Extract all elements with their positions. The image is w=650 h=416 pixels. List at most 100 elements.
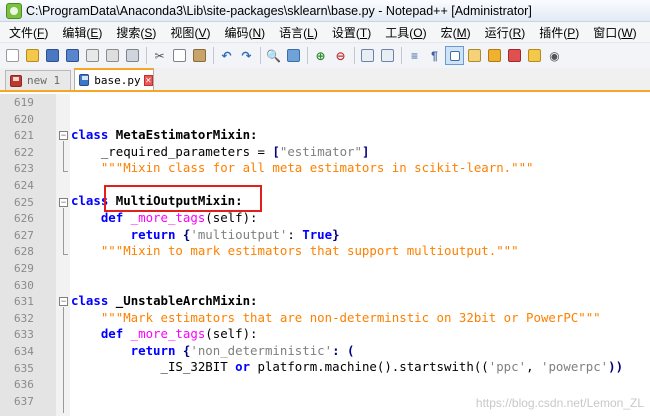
line-number: 628 xyxy=(14,245,34,259)
code-line-626: def _more_tags(self): xyxy=(71,210,258,225)
menu-item-9[interactable]: 运行(R) xyxy=(476,24,531,41)
menu-item-10[interactable]: 插件(P) xyxy=(530,24,584,41)
editor-line: 620 xyxy=(0,111,650,128)
menu-item-3[interactable]: 视图(V) xyxy=(161,24,215,41)
zoom-in-icon[interactable]: ⊕ xyxy=(311,46,330,65)
watermark-text: https://blog.csdn.net/Lemon_ZL xyxy=(475,396,644,410)
toolbar-separator xyxy=(401,47,402,64)
window-title: C:\ProgramData\Anaconda3\Lib\site-packag… xyxy=(26,3,532,18)
redo-icon[interactable]: ↷ xyxy=(237,46,256,65)
line-number: 632 xyxy=(14,311,34,325)
fold-toggle-icon[interactable]: − xyxy=(59,297,68,306)
sync-vertical-icon[interactable] xyxy=(358,46,377,65)
menu-item-11[interactable]: 窗口(W) xyxy=(584,24,641,41)
code-line-634: return {'non_deterministic': ( xyxy=(71,342,355,358)
line-number: 633 xyxy=(14,328,34,342)
doc-map-icon[interactable] xyxy=(485,46,504,65)
tab-label: new 1 xyxy=(27,74,61,87)
menu-item-4[interactable]: 编码(N) xyxy=(215,24,270,41)
line-number: 627 xyxy=(14,228,34,242)
editor-line: 629 xyxy=(0,260,650,277)
indent-guide-icon[interactable] xyxy=(445,46,464,65)
toolbar-separator xyxy=(260,47,261,64)
close-file-icon[interactable] xyxy=(83,46,102,65)
editor-line: 630 xyxy=(0,277,650,294)
fold-guide xyxy=(63,208,64,254)
toolbar: ✂ ↶ ↷ 🔍 ⊕ ⊖ ≡ ¶ ◉ xyxy=(0,43,650,68)
code-line-633: def _more_tags(self): xyxy=(71,326,258,342)
code-line-635: _IS_32BIT or platform.machine().startswi… xyxy=(71,359,624,375)
toolbar-separator xyxy=(146,47,147,64)
tab-bar: new 1 base.py ✕ xyxy=(0,68,650,92)
menu-item-5[interactable]: 语言(L) xyxy=(270,24,323,41)
toolbar-separator xyxy=(213,47,214,64)
save-all-icon[interactable] xyxy=(63,46,82,65)
line-number: 626 xyxy=(14,212,34,226)
tab-label: base.py xyxy=(94,73,141,87)
paste-icon[interactable] xyxy=(190,46,209,65)
line-number: 625 xyxy=(14,195,34,209)
toolbar-separator xyxy=(354,47,355,64)
code-line-632: """Mark estimators that are non-determin… xyxy=(71,309,601,325)
line-number: 629 xyxy=(14,262,34,275)
line-number: 621 xyxy=(14,129,34,143)
menu-item-6[interactable]: 设置(T) xyxy=(323,24,376,41)
tab-base-py[interactable]: base.py ✕ xyxy=(74,68,154,90)
menu-item-7[interactable]: 工具(O) xyxy=(376,24,431,41)
copy-icon[interactable] xyxy=(170,46,189,65)
toolbar-separator xyxy=(307,47,308,64)
editor-line: 636 xyxy=(0,376,650,393)
sync-horizontal-icon[interactable] xyxy=(378,46,397,65)
line-number: 635 xyxy=(14,361,34,375)
editor-line: 619 xyxy=(0,94,650,111)
cut-icon[interactable]: ✂ xyxy=(150,46,169,65)
editor-line: 624 xyxy=(0,177,650,194)
code-line-631: class _UnstableArchMixin: xyxy=(71,293,258,308)
print-icon[interactable] xyxy=(123,46,142,65)
line-number: 637 xyxy=(14,394,34,408)
line-number: 623 xyxy=(14,162,34,176)
code-line-622: _required_parameters = ["estimator"] xyxy=(71,143,370,159)
fold-toggle-icon[interactable]: − xyxy=(59,198,68,207)
line-number: 634 xyxy=(14,345,34,358)
replace-icon[interactable] xyxy=(284,46,303,65)
menu-item-2[interactable]: 搜索(S) xyxy=(107,24,161,41)
show-all-chars-icon[interactable]: ¶ xyxy=(425,46,444,65)
monitoring-icon[interactable]: ◉ xyxy=(545,46,564,65)
fold-guide xyxy=(63,307,64,413)
title-bar: C:\ProgramData\Anaconda3\Lib\site-packag… xyxy=(0,0,650,22)
code-line-628: """Mixin to mark estimators that support… xyxy=(71,243,519,259)
find-icon[interactable]: 🔍 xyxy=(264,46,283,65)
save-icon[interactable] xyxy=(43,46,62,65)
code-editor[interactable]: 619 620 621 622 623 624 625 626 627 628 629 630 631 6… xyxy=(0,94,650,416)
open-file-icon[interactable] xyxy=(23,46,42,65)
code-line-623: """Mixin class for all meta estimators i… xyxy=(71,160,534,176)
function-list-icon[interactable] xyxy=(505,46,524,65)
menu-item-12[interactable]: ? xyxy=(642,25,650,39)
fold-guide-end xyxy=(63,254,68,255)
word-wrap-icon[interactable]: ≡ xyxy=(405,46,424,65)
menu-item-0[interactable]: 文件(F) xyxy=(0,24,53,41)
line-number: 636 xyxy=(14,378,34,392)
folder-workspace-icon[interactable] xyxy=(525,46,544,65)
notepadpp-app-icon xyxy=(6,2,22,19)
fold-guide xyxy=(63,141,64,171)
menu-item-1[interactable]: 编辑(E) xyxy=(53,24,107,41)
close-all-icon[interactable] xyxy=(103,46,122,65)
fold-toggle-icon[interactable]: − xyxy=(59,131,68,140)
line-number: 622 xyxy=(14,145,34,159)
line-number: 630 xyxy=(14,278,34,292)
menu-bar: 文件(F) 编辑(E) 搜索(S) 视图(V) 编码(N) 语言(L) 设置(T) 工具(O)… xyxy=(0,22,650,43)
saved-file-icon xyxy=(79,74,90,86)
line-number: 619 xyxy=(14,96,34,109)
user-language-icon[interactable] xyxy=(465,46,484,65)
undo-icon[interactable]: ↶ xyxy=(217,46,236,65)
new-file-icon[interactable] xyxy=(3,46,22,65)
close-tab-icon[interactable]: ✕ xyxy=(143,74,153,86)
menu-item-8[interactable]: 宏(M) xyxy=(432,24,476,41)
zoom-out-icon[interactable]: ⊖ xyxy=(331,46,350,65)
tab-new-1[interactable]: new 1 xyxy=(5,70,71,90)
fold-guide-end xyxy=(63,171,68,172)
code-line-625: class MultiOutputMixin: xyxy=(71,193,243,209)
line-number: 624 xyxy=(14,179,34,192)
